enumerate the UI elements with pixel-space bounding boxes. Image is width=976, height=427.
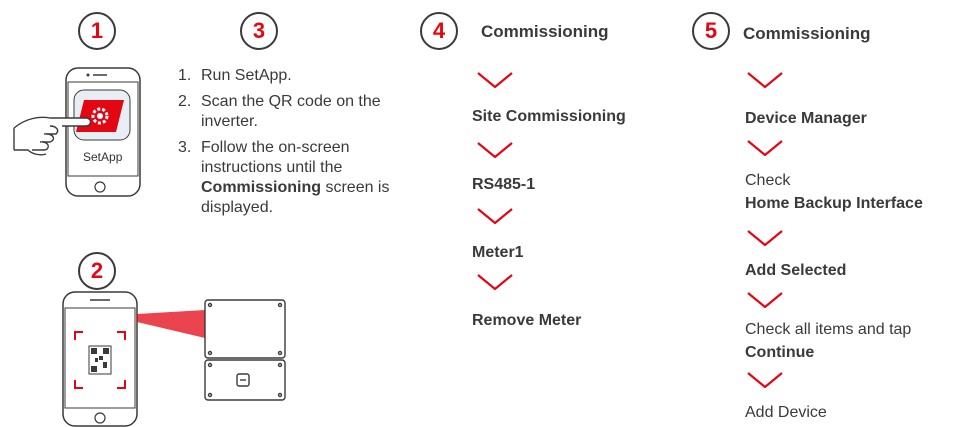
flow5-step-continue: Continue bbox=[745, 344, 815, 361]
instruction-item: 3. Follow the on-screen instructions unt… bbox=[178, 139, 390, 216]
flow4-step-site-commissioning: Site Commissioning bbox=[472, 108, 626, 125]
flow5-step-add-device: Add Device bbox=[745, 404, 827, 421]
step-badge-2: 2 bbox=[78, 252, 116, 290]
chevron-down-icon bbox=[747, 292, 783, 308]
phone-setapp-illustration bbox=[13, 67, 141, 197]
chevron-down-icon bbox=[477, 142, 513, 158]
chevron-down-icon bbox=[477, 208, 513, 224]
flow4-step-remove-meter: Remove Meter bbox=[472, 312, 582, 329]
flow5-step-check-all-items: Check all items and tap bbox=[745, 321, 912, 338]
instruction-item: 1. Run SetApp. bbox=[178, 67, 292, 84]
setapp-label: SetApp bbox=[83, 150, 123, 164]
inverter-icon bbox=[204, 299, 286, 401]
step-badge-5: 5 bbox=[692, 12, 730, 50]
chevron-down-icon bbox=[747, 372, 783, 388]
step-badge-1: 1 bbox=[78, 12, 116, 50]
instructions-list: 1. Run SetApp. 2. Scan the QR code on th… bbox=[178, 66, 428, 224]
flow5-step-add-selected: Add Selected bbox=[745, 262, 847, 279]
qr-code-icon bbox=[88, 345, 112, 375]
phone-scan-illustration bbox=[62, 291, 286, 427]
step-badge-3: 3 bbox=[240, 12, 278, 50]
flow5-step-check-label: Check bbox=[745, 172, 791, 189]
flow4-step-meter1: Meter1 bbox=[472, 244, 524, 261]
flow4-heading: Commissioning bbox=[481, 22, 609, 41]
instruction-item: 2. Scan the QR code on the inverter. bbox=[178, 93, 381, 130]
chevron-down-icon bbox=[477, 274, 513, 290]
step-badge-4: 4 bbox=[420, 12, 458, 50]
chevron-down-icon bbox=[747, 230, 783, 246]
flow4-step-rs485: RS485-1 bbox=[472, 176, 536, 193]
chevron-down-icon bbox=[747, 72, 783, 88]
chevron-down-icon bbox=[477, 72, 513, 88]
flow5-step-home-backup-interface: Home Backup Interface bbox=[745, 195, 923, 212]
flow5-heading: Commissioning bbox=[743, 24, 871, 43]
chevron-down-icon bbox=[747, 140, 783, 156]
flow5-step-device-manager: Device Manager bbox=[745, 110, 867, 127]
